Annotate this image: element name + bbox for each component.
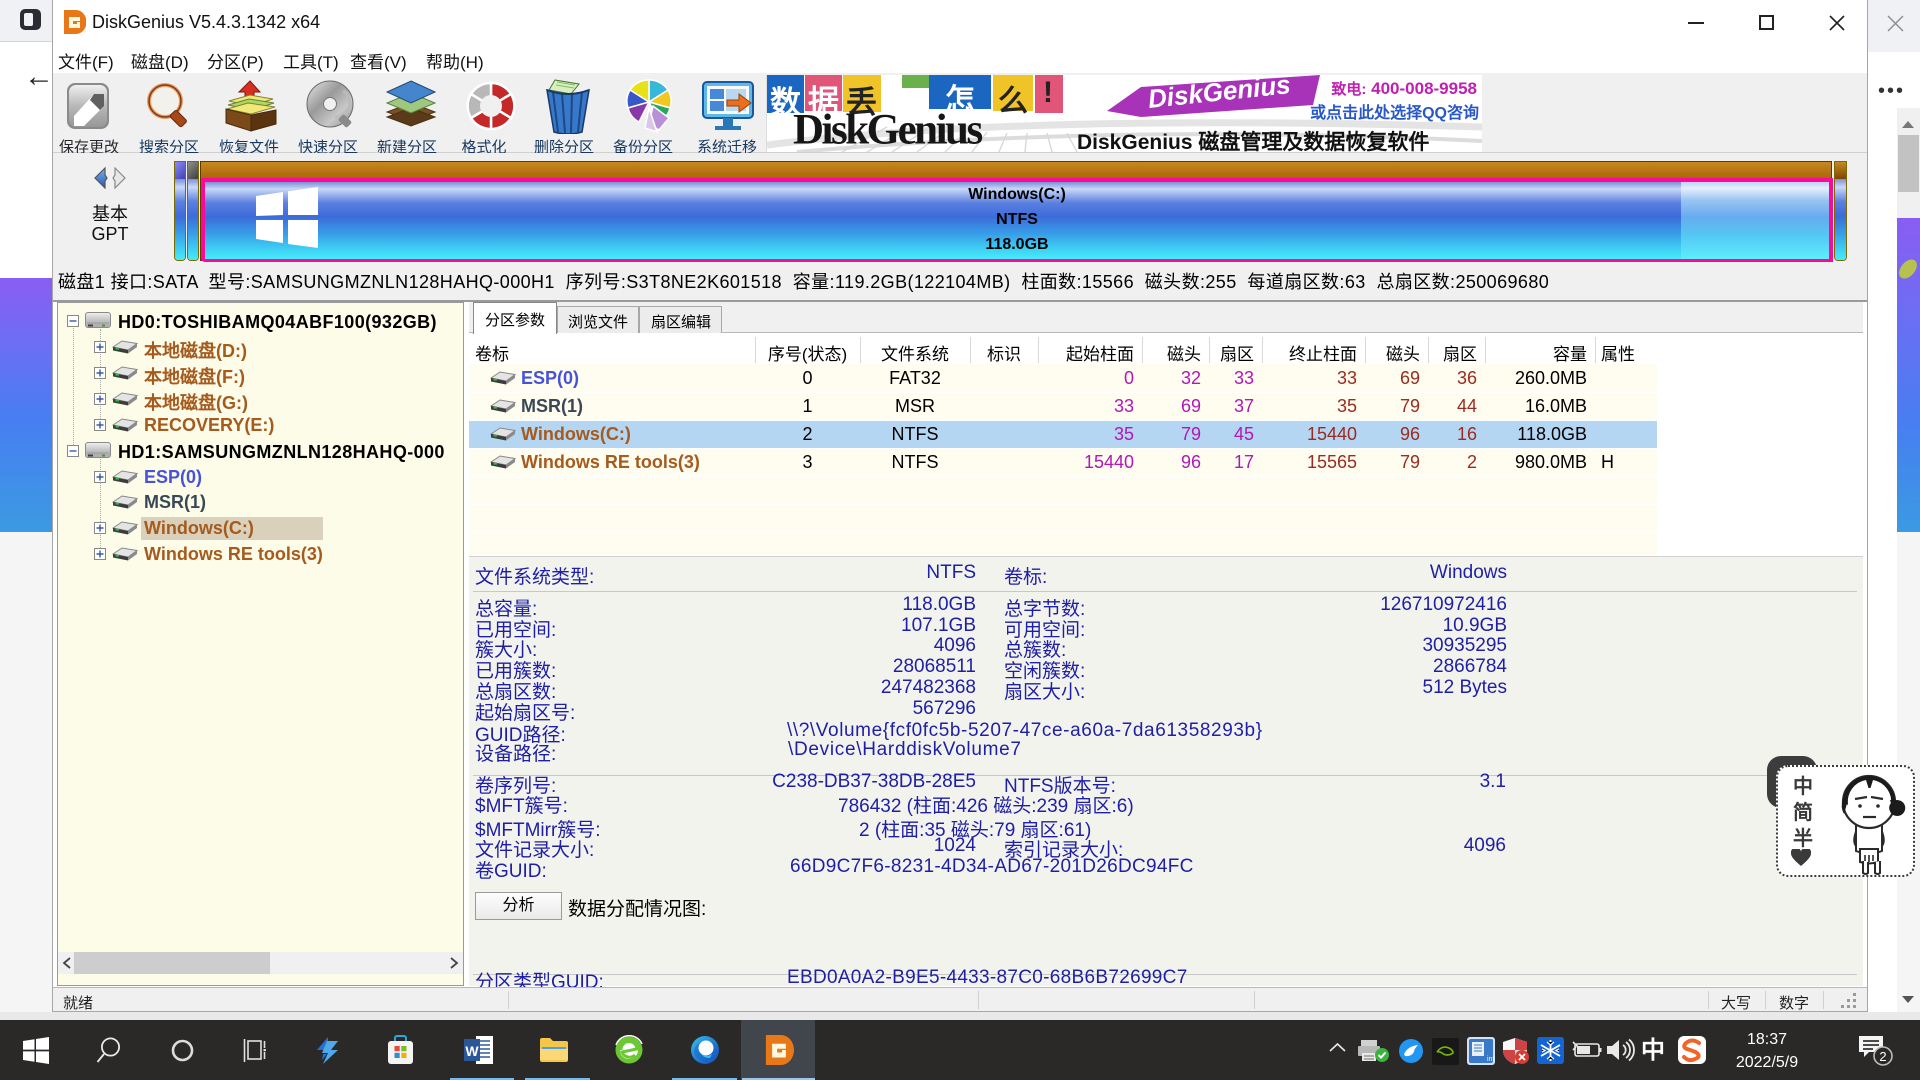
svg-text:W: W	[465, 1043, 479, 1059]
svg-text:2: 2	[1879, 1049, 1886, 1064]
svg-text:intel: intel	[1487, 1056, 1495, 1063]
